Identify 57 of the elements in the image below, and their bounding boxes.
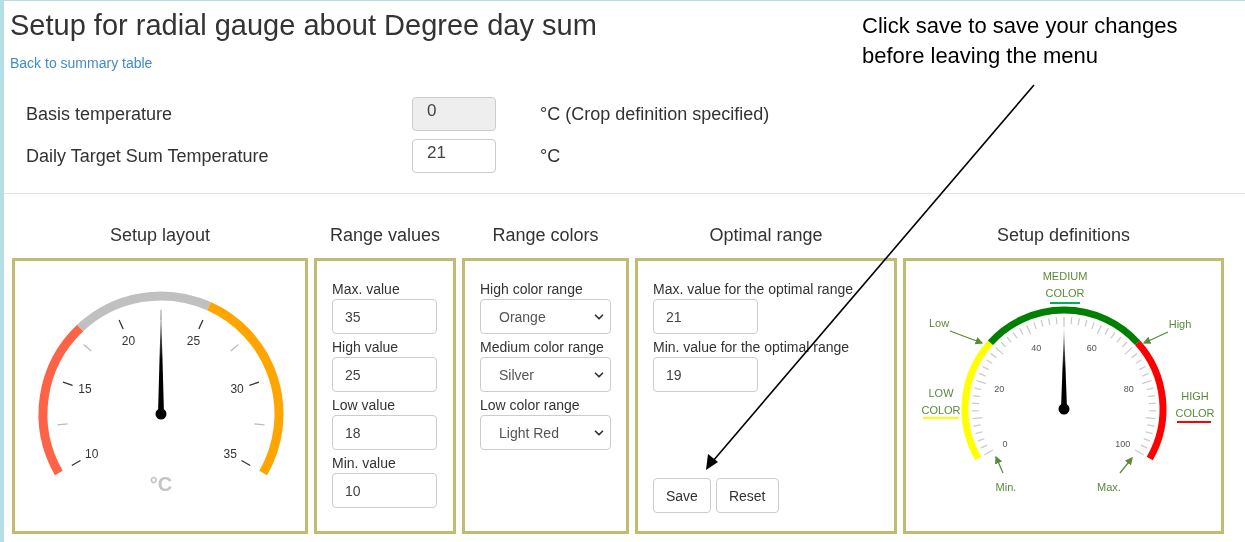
scale-label: 25 — [186, 333, 201, 348]
input-field[interactable]: 18 — [332, 415, 437, 450]
scale-label: 35 — [223, 447, 237, 461]
callout-label: High — [1168, 318, 1192, 330]
unit-label: °C (Crop definition specified) — [540, 103, 771, 125]
scale-label: 40 — [1031, 342, 1042, 353]
callout-arrow — [995, 455, 1004, 474]
field-label: Daily Target Sum Temperature — [26, 145, 270, 167]
callout-arrow — [949, 330, 984, 345]
field-label: Min. value for the optimal range — [653, 338, 851, 357]
callout-arrow — [1119, 457, 1133, 474]
callout-label: Max. — [1097, 481, 1121, 493]
unit-label: °C — [149, 473, 173, 495]
scale-label: 20 — [121, 333, 136, 348]
dropdown[interactable]: Light Red — [480, 415, 611, 450]
dropdown[interactable]: Silver — [480, 357, 611, 392]
input-field[interactable]: 35 — [332, 299, 437, 334]
field-label: High value — [332, 338, 400, 357]
scale-label: 100 — [1115, 439, 1131, 449]
color-label: HIGH COLOR — [1175, 390, 1215, 419]
callout-label: Min. — [995, 481, 1017, 493]
section-heading: Range values — [328, 224, 442, 246]
save-button[interactable]: Save — [653, 478, 711, 513]
field-label: Low value — [332, 396, 397, 415]
section-heading: Optimal range — [708, 224, 824, 246]
back-link[interactable]: Back to summary table — [10, 55, 153, 71]
annotation-note: Click save to save your changes before leaving the menu — [862, 12, 1178, 70]
dropdown[interactable]: Orange — [480, 299, 611, 334]
scale-label: 15 — [78, 382, 92, 397]
input-field[interactable]: 25 — [332, 357, 437, 392]
callout-arrow — [1142, 331, 1169, 344]
color-label: LOW COLOR — [921, 387, 961, 416]
field-label: Max. value for the optimal range — [653, 280, 854, 299]
scale-label: 0 — [1002, 439, 1008, 449]
callout-label: Low — [928, 317, 950, 329]
field-label: Min. value — [332, 454, 397, 473]
scale-label: 20 — [994, 384, 1005, 394]
section-heading: Setup layout — [108, 224, 212, 246]
field-label: Max. value — [332, 280, 401, 299]
input-field[interactable]: 21 — [412, 139, 496, 173]
scale-label: 80 — [1123, 384, 1134, 394]
color-label: MEDIUM COLOR — [1042, 270, 1088, 299]
field-label: Medium color range — [480, 338, 605, 357]
field-label: Basis temperature — [26, 103, 174, 125]
section-heading: Range colors — [491, 224, 600, 246]
input-field[interactable]: 10 — [332, 473, 437, 508]
scale-label: 30 — [230, 382, 244, 397]
input-field[interactable]: 19 — [653, 357, 758, 392]
section-heading: Setup definitions — [995, 224, 1132, 246]
field-label: Low color range — [480, 396, 581, 415]
unit-label: °C — [540, 145, 562, 167]
input-field[interactable]: 21 — [653, 299, 758, 334]
scale-label: 10 — [85, 447, 99, 461]
page-title: Setup for radial gauge about Degree day sum — [10, 8, 597, 43]
scale-label: 60 — [1086, 342, 1097, 353]
field-label: High color range — [480, 280, 584, 299]
reset-button[interactable]: Reset — [715, 478, 779, 513]
